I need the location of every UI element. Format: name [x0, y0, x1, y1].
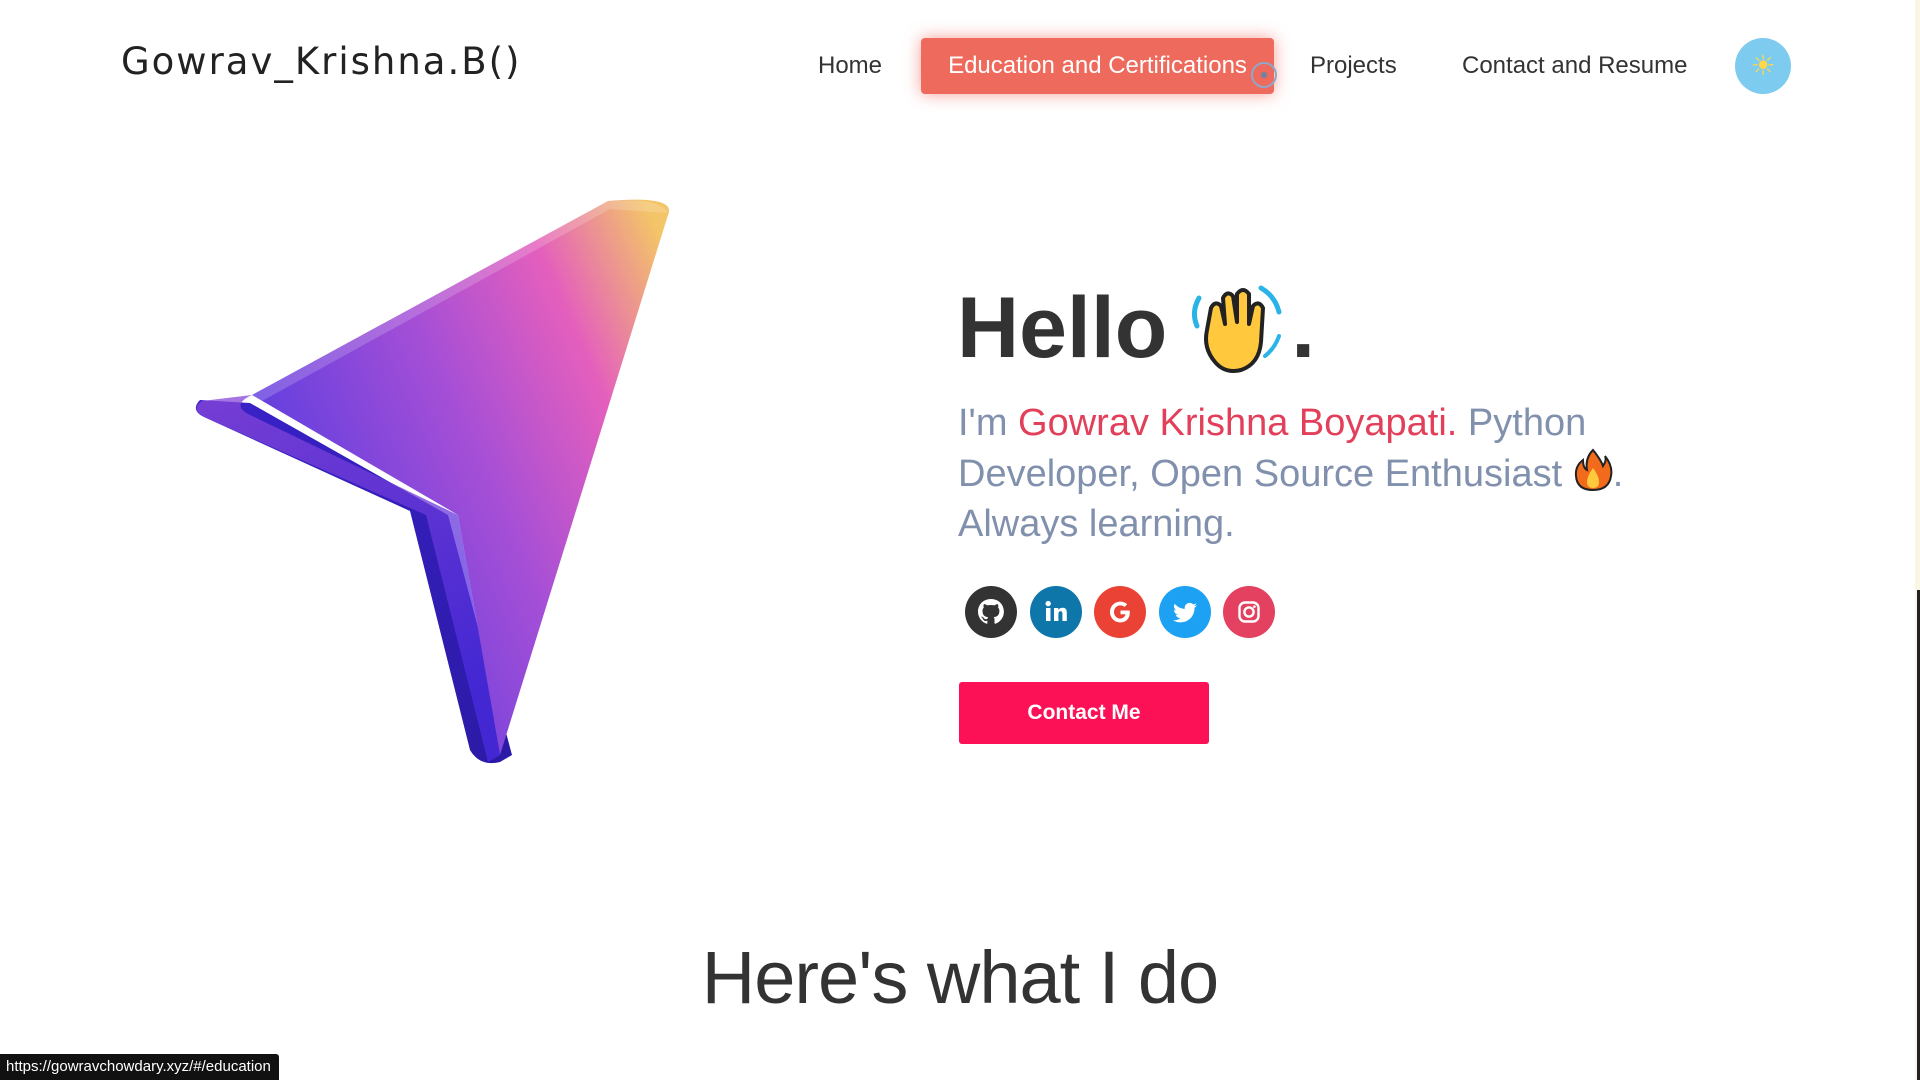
hero-intro: I'm Gowrav Krishna Boyapati. Python Deve…: [958, 398, 1678, 549]
cursor-ring-icon: [1251, 62, 1277, 88]
nav-education-link[interactable]: Education and Certifications: [921, 38, 1274, 94]
contact-me-button[interactable]: Contact Me: [959, 682, 1209, 744]
fire-icon: [1574, 448, 1613, 492]
greeting-punct: .: [1291, 280, 1316, 376]
twitter-icon: [1173, 602, 1197, 623]
intro-prefix: I'm: [958, 402, 1019, 444]
site-logo[interactable]: Gowrav_Krishna.B(): [121, 40, 521, 83]
instagram-link[interactable]: [1223, 586, 1275, 638]
nav-home-link[interactable]: Home: [818, 38, 882, 94]
google-link[interactable]: [1094, 586, 1146, 638]
navigation-arrow-illustration: [195, 199, 670, 764]
hero-greeting: Hello .: [957, 278, 1315, 378]
sun-icon: ☀: [1750, 50, 1776, 81]
google-icon: [1110, 601, 1130, 623]
page: Gowrav_Krishna.B() Home Education and Ce…: [0, 0, 1920, 1080]
nav-projects-link[interactable]: Projects: [1310, 38, 1397, 94]
linkedin-link[interactable]: [1030, 586, 1082, 638]
greeting-text: Hello: [957, 280, 1168, 376]
nav-contact-link[interactable]: Contact and Resume: [1462, 38, 1687, 94]
linkedin-icon: [1045, 600, 1067, 621]
link-preview-status: https://gowravchowdary.xyz/#/education: [0, 1054, 279, 1080]
github-link[interactable]: [965, 586, 1017, 638]
section-title: Here's what I do: [701, 936, 1219, 1019]
twitter-link[interactable]: [1159, 586, 1211, 638]
waving-hand-icon: [1192, 285, 1282, 373]
hero-name: Gowrav Krishna Boyapati.: [1018, 402, 1458, 444]
theme-toggle-button[interactable]: ☀: [1735, 38, 1791, 94]
window-edge: [1915, 0, 1920, 1080]
github-icon: [978, 599, 1004, 624]
instagram-icon: [1238, 601, 1260, 623]
